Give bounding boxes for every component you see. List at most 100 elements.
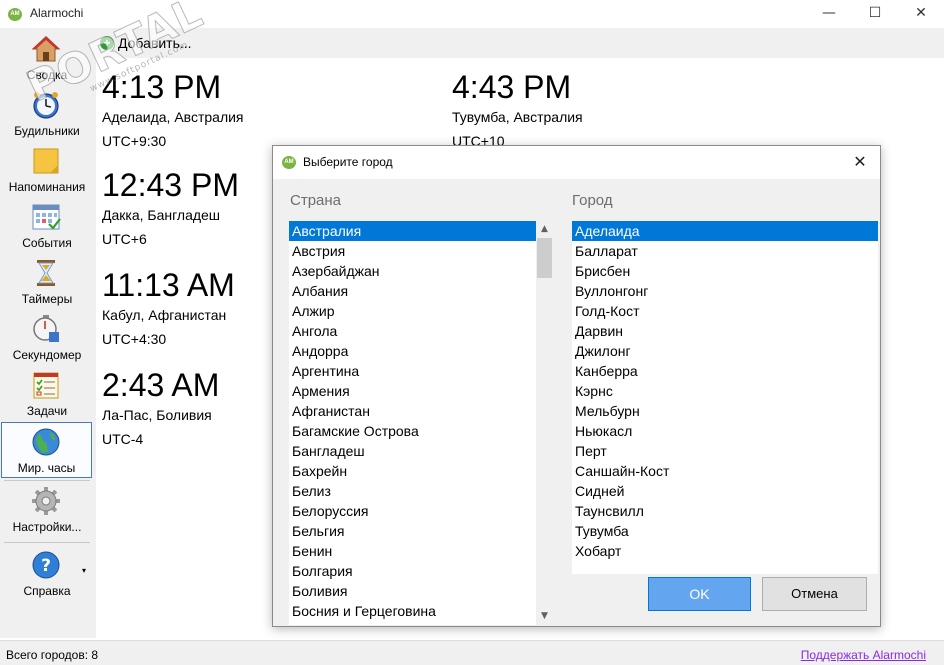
country-list-scrollbar[interactable]: ▲ ▼ bbox=[536, 221, 553, 625]
sidebar-item-label: Задачи bbox=[26, 404, 68, 418]
globe-icon bbox=[32, 428, 60, 456]
sidebar-item-summary[interactable]: Сводка bbox=[0, 30, 94, 86]
country-list-item[interactable]: Босния и Герцеговина bbox=[289, 601, 553, 621]
choose-city-dialog: AM Выберите город ✕ Страна Город Австрал… bbox=[272, 145, 881, 627]
sidebar-item-reminders[interactable]: Напоминания bbox=[0, 142, 94, 198]
dialog-close-button[interactable]: ✕ bbox=[840, 146, 880, 179]
sidebar-item-label: Секундомер bbox=[12, 348, 82, 362]
scroll-up-arrow-icon[interactable]: ▲ bbox=[536, 221, 553, 238]
country-list-item[interactable]: Алжир bbox=[289, 301, 553, 321]
minimize-button[interactable]: — bbox=[806, 0, 852, 28]
sticky-note-icon bbox=[33, 148, 59, 174]
sidebar-item-tasks[interactable]: Задачи bbox=[0, 366, 94, 422]
dialog-title: Выберите город bbox=[303, 155, 393, 169]
city-list-item[interactable]: Сидней bbox=[572, 481, 878, 501]
city-list-item[interactable]: Таунсвилл bbox=[572, 501, 878, 521]
sidebar-item-stopwatch[interactable]: Секундомер bbox=[0, 310, 94, 366]
alarm-clock-icon bbox=[33, 92, 59, 119]
dialog-body: Страна Город Австралия Австрия Азербайджан… bbox=[273, 179, 880, 626]
sidebar-item-alarms[interactable]: Будильники bbox=[0, 86, 94, 142]
sidebar-item-help[interactable]: ? Справка ▾ bbox=[0, 546, 94, 602]
clock-card[interactable]: 4:13 PM Аделаида, Австралия UTC+9:30 bbox=[102, 68, 244, 149]
clock-card[interactable]: 4:43 PM Тувумба, Австралия UTC+10 bbox=[452, 68, 583, 149]
sidebar-item-settings[interactable]: Настройки... bbox=[0, 482, 94, 538]
country-list-item[interactable]: Андорра bbox=[289, 341, 553, 361]
city-list-item[interactable]: Аделаида bbox=[572, 221, 878, 241]
city-list-item[interactable]: Джилонг bbox=[572, 341, 878, 361]
country-list[interactable]: Австралия Австрия Азербайджан Албания Алжир А… bbox=[289, 221, 553, 625]
close-button[interactable]: ✕ bbox=[898, 0, 944, 28]
country-list-item[interactable]: Албания bbox=[289, 281, 553, 301]
city-list-item[interactable]: Канберра bbox=[572, 361, 878, 381]
city-list-item[interactable]: Мельбурн bbox=[572, 401, 878, 421]
maximize-button[interactable]: ☐ bbox=[852, 0, 898, 28]
country-list-item[interactable]: Белоруссия bbox=[289, 501, 553, 521]
country-list-item[interactable]: Аргентина bbox=[289, 361, 553, 381]
country-list-item[interactable]: Австралия bbox=[289, 221, 553, 241]
country-list-item[interactable]: Бенин bbox=[289, 541, 553, 561]
clock-card[interactable]: 2:43 AM Ла-Пас, Боливия UTC-4 bbox=[102, 366, 219, 447]
country-list-item[interactable]: Бахрейн bbox=[289, 461, 553, 481]
city-list-item[interactable]: Хобарт bbox=[572, 541, 878, 561]
dropdown-arrow-icon: ▾ bbox=[82, 566, 87, 575]
clock-utc-offset: UTC+6 bbox=[102, 231, 147, 247]
city-list-item[interactable]: Перт bbox=[572, 441, 878, 461]
scroll-down-arrow-icon[interactable]: ▼ bbox=[536, 608, 553, 625]
sidebar-item-label: Будильники bbox=[14, 124, 80, 138]
country-list-item[interactable]: Ангола bbox=[289, 321, 553, 341]
clock-city: Тувумба, Австралия bbox=[452, 109, 583, 125]
city-list-item[interactable]: Голд-Кост bbox=[572, 301, 878, 321]
country-list-item[interactable]: Боливия bbox=[289, 581, 553, 601]
city-column-header: Город bbox=[572, 192, 613, 209]
city-list-item[interactable]: Ньюкасл bbox=[572, 421, 878, 441]
gear-icon bbox=[32, 487, 60, 515]
country-list-item[interactable]: Армения bbox=[289, 381, 553, 401]
clock-time: 4:43 PM bbox=[452, 69, 572, 105]
city-list-item[interactable]: Балларат bbox=[572, 241, 878, 261]
sidebar-item-label: Настройки... bbox=[12, 520, 82, 534]
sidebar-item-timers[interactable]: Таймеры bbox=[0, 254, 94, 310]
country-list-item[interactable]: Бангладеш bbox=[289, 441, 553, 461]
country-column-header: Страна bbox=[290, 192, 342, 209]
country-list-item[interactable]: Австрия bbox=[289, 241, 553, 261]
sidebar-item-label: Таймеры bbox=[21, 292, 73, 306]
scrollbar-thumb[interactable] bbox=[537, 238, 552, 278]
calendar-icon bbox=[32, 204, 61, 230]
country-list-item[interactable]: Бельгия bbox=[289, 521, 553, 541]
cancel-button[interactable]: Отмена bbox=[762, 577, 867, 611]
country-list-item[interactable]: Болгария bbox=[289, 561, 553, 581]
support-link[interactable]: Поддержать Alarmochi bbox=[801, 648, 926, 662]
city-list-item[interactable]: Тувумба bbox=[572, 521, 878, 541]
city-list-item[interactable]: Вуллонгонг bbox=[572, 281, 878, 301]
app-icon: AM bbox=[8, 8, 22, 21]
clock-card[interactable]: 11:13 AM Кабул, Афганистан UTC+4:30 bbox=[102, 266, 235, 347]
clock-utc-offset: UTC+9:30 bbox=[102, 133, 167, 149]
city-list[interactable]: Аделаида Балларат Брисбен Вуллонгонг Голд-Ко… bbox=[572, 221, 878, 574]
city-list-item[interactable]: Саншайн-Кост bbox=[572, 461, 878, 481]
checklist-icon bbox=[33, 372, 59, 399]
home-icon bbox=[31, 36, 61, 62]
country-list-item[interactable]: Белиз bbox=[289, 481, 553, 501]
country-list-item[interactable]: Азербайджан bbox=[289, 261, 553, 281]
sidebar-item-events[interactable]: События bbox=[0, 198, 94, 254]
ok-button[interactable]: OK bbox=[648, 577, 751, 611]
sidebar-item-world-clock[interactable]: Мир. часы bbox=[1, 422, 92, 478]
city-list-item[interactable]: Дарвин bbox=[572, 321, 878, 341]
clock-utc-offset: UTC+4:30 bbox=[102, 331, 167, 347]
window-title: Alarmochi bbox=[30, 6, 84, 20]
city-list-item[interactable]: Брисбен bbox=[572, 261, 878, 281]
clock-time: 4:13 PM bbox=[102, 69, 222, 105]
add-button[interactable]: + Добавить... bbox=[100, 32, 192, 54]
clock-city: Аделаида, Австралия bbox=[102, 109, 244, 125]
add-button-label: Добавить... bbox=[118, 35, 192, 51]
sidebar-item-label: Мир. часы bbox=[17, 461, 76, 475]
city-list-item[interactable]: Кэрнс bbox=[572, 381, 878, 401]
clock-card[interactable]: 12:43 PM Дакка, Бангладеш UTC+6 bbox=[102, 166, 239, 247]
clock-time: 2:43 AM bbox=[102, 367, 220, 403]
country-list-item[interactable]: Багамские Острова bbox=[289, 421, 553, 441]
stopwatch-icon bbox=[33, 315, 59, 342]
toolbar: + Добавить... bbox=[96, 28, 944, 58]
country-list-item[interactable]: Афганистан bbox=[289, 401, 553, 421]
sidebar-divider bbox=[4, 542, 90, 543]
clock-utc-offset: UTC-4 bbox=[102, 431, 144, 447]
